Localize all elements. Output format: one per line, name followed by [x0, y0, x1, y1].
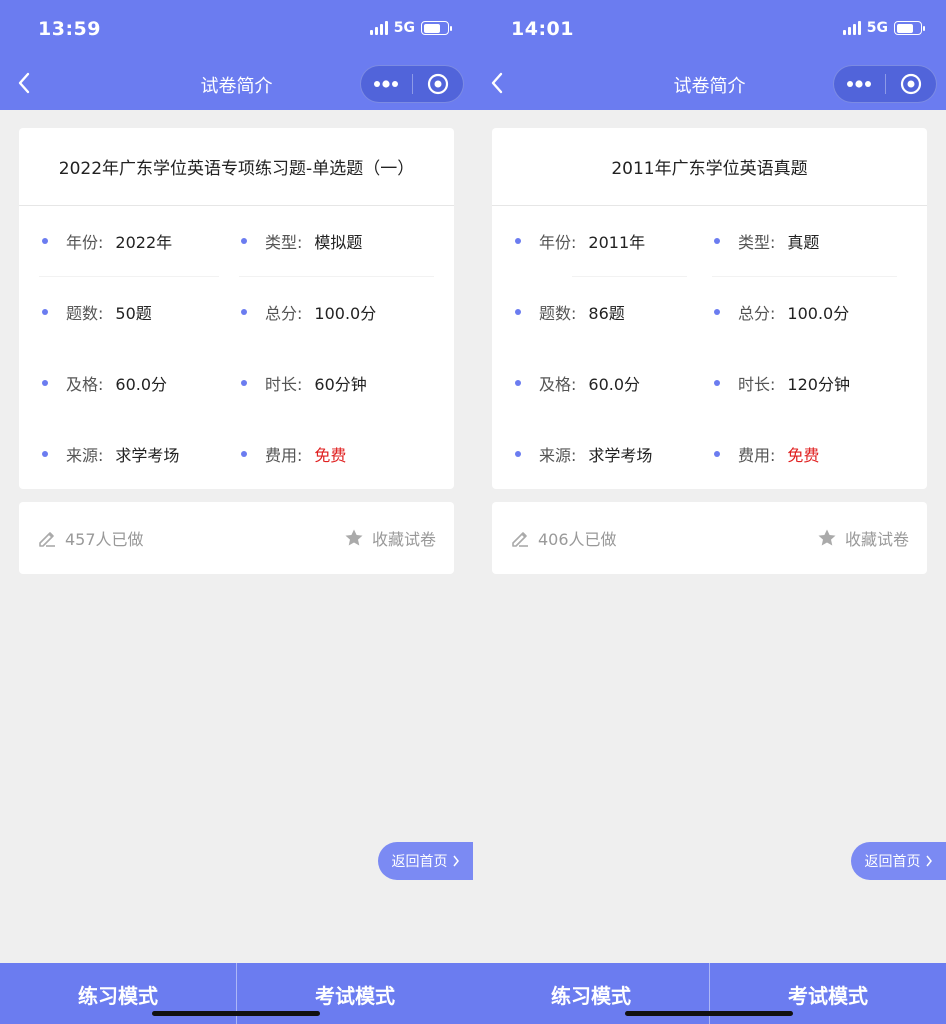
network-type: 5G — [393, 20, 415, 36]
favorite-paper-button[interactable]: 收藏试卷 — [817, 526, 909, 550]
more-button[interactable] — [361, 66, 412, 102]
done-count: 406人已做 — [510, 526, 617, 550]
network-type: 5G — [866, 20, 888, 36]
field-pass-score: 及格: 60.0分 — [492, 366, 692, 400]
more-dots-icon — [847, 80, 872, 88]
mode-bar: 练习模式 考试模式 — [0, 963, 473, 1024]
header: 13:59 5G 试卷简介 — [0, 0, 473, 110]
field-duration: 时长: 60分钟 — [218, 366, 418, 400]
status-time: 14:01 — [511, 18, 574, 40]
field-fee: 费用: 免费 — [218, 437, 418, 471]
more-dots-icon — [374, 80, 399, 88]
paper-details: 年份: 2022年 类型: 模拟题 题数: 50题 总分: 100.0分 及格: 60.0… — [19, 206, 454, 489]
signal-icon — [369, 21, 388, 35]
stats-card: 406人已做 收藏试卷 — [492, 502, 927, 574]
field-year: 年份: 2011年 — [492, 224, 692, 258]
field-question-count: 题数: 50题 — [19, 295, 219, 329]
field-type: 类型: 真题 — [691, 224, 891, 258]
field-duration: 时长: 120分钟 — [691, 366, 891, 400]
star-icon — [345, 529, 363, 546]
favorite-paper-button[interactable]: 收藏试卷 — [344, 526, 436, 550]
close-target-icon — [427, 73, 448, 95]
phone-screen-2: 14:01 5G 试卷简介 2011年广东学位英语真题 年份: 2011年 类型:… — [473, 0, 946, 1024]
chevron-right-icon — [925, 855, 932, 867]
row-divider — [239, 276, 434, 277]
phone-screen-1: 13:59 5G 试卷简介 2022年广东学位英语专项练习题-单选题（一） 年份… — [0, 0, 473, 1024]
paper-title: 2022年广东学位英语专项练习题-单选题（一） — [19, 128, 454, 206]
field-total-score: 总分: 100.0分 — [218, 295, 418, 329]
pencil-icon — [39, 532, 55, 547]
pencil-icon — [512, 532, 528, 547]
battery-icon — [421, 21, 452, 35]
status-indicators: 5G — [842, 20, 925, 36]
status-time: 13:59 — [38, 18, 101, 40]
field-question-count: 题数: 86题 — [492, 295, 692, 329]
status-indicators: 5G — [369, 20, 452, 36]
return-home-button[interactable]: 返回首页 — [378, 842, 473, 880]
done-count: 457人已做 — [37, 526, 144, 550]
signal-icon — [842, 21, 861, 35]
miniprogram-capsule — [833, 65, 937, 103]
paper-details: 年份: 2011年 类型: 真题 题数: 86题 总分: 100.0分 及格: 60.0分… — [492, 206, 927, 489]
close-target-icon — [900, 73, 921, 95]
paper-info-card: 2011年广东学位英语真题 年份: 2011年 类型: 真题 题数: 86题 总分: 1… — [492, 128, 927, 489]
paper-title: 2011年广东学位英语真题 — [492, 128, 927, 206]
paper-info-card: 2022年广东学位英语专项练习题-单选题（一） 年份: 2022年 类型: 模拟题 … — [19, 128, 454, 489]
field-total-score: 总分: 100.0分 — [691, 295, 891, 329]
field-fee: 费用: 免费 — [691, 437, 891, 471]
field-source: 来源: 求学考场 — [492, 437, 692, 471]
stats-card: 457人已做 收藏试卷 — [19, 502, 454, 574]
field-source: 来源: 求学考场 — [19, 437, 219, 471]
field-pass-score: 及格: 60.0分 — [19, 366, 219, 400]
row-divider — [572, 276, 687, 277]
more-button[interactable] — [834, 66, 885, 102]
row-divider — [39, 276, 219, 277]
chevron-right-icon — [452, 855, 459, 867]
field-year: 年份: 2022年 — [19, 224, 219, 258]
close-miniprogram-button[interactable] — [886, 66, 937, 102]
star-icon — [818, 529, 836, 546]
field-type: 类型: 模拟题 — [218, 224, 418, 258]
row-divider — [712, 276, 897, 277]
close-miniprogram-button[interactable] — [413, 66, 464, 102]
miniprogram-capsule — [360, 65, 464, 103]
header: 14:01 5G 试卷简介 — [473, 0, 946, 110]
home-indicator[interactable] — [625, 1011, 793, 1016]
home-indicator[interactable] — [152, 1011, 320, 1016]
return-home-button[interactable]: 返回首页 — [851, 842, 946, 880]
battery-icon — [894, 21, 925, 35]
mode-bar: 练习模式 考试模式 — [473, 963, 946, 1024]
